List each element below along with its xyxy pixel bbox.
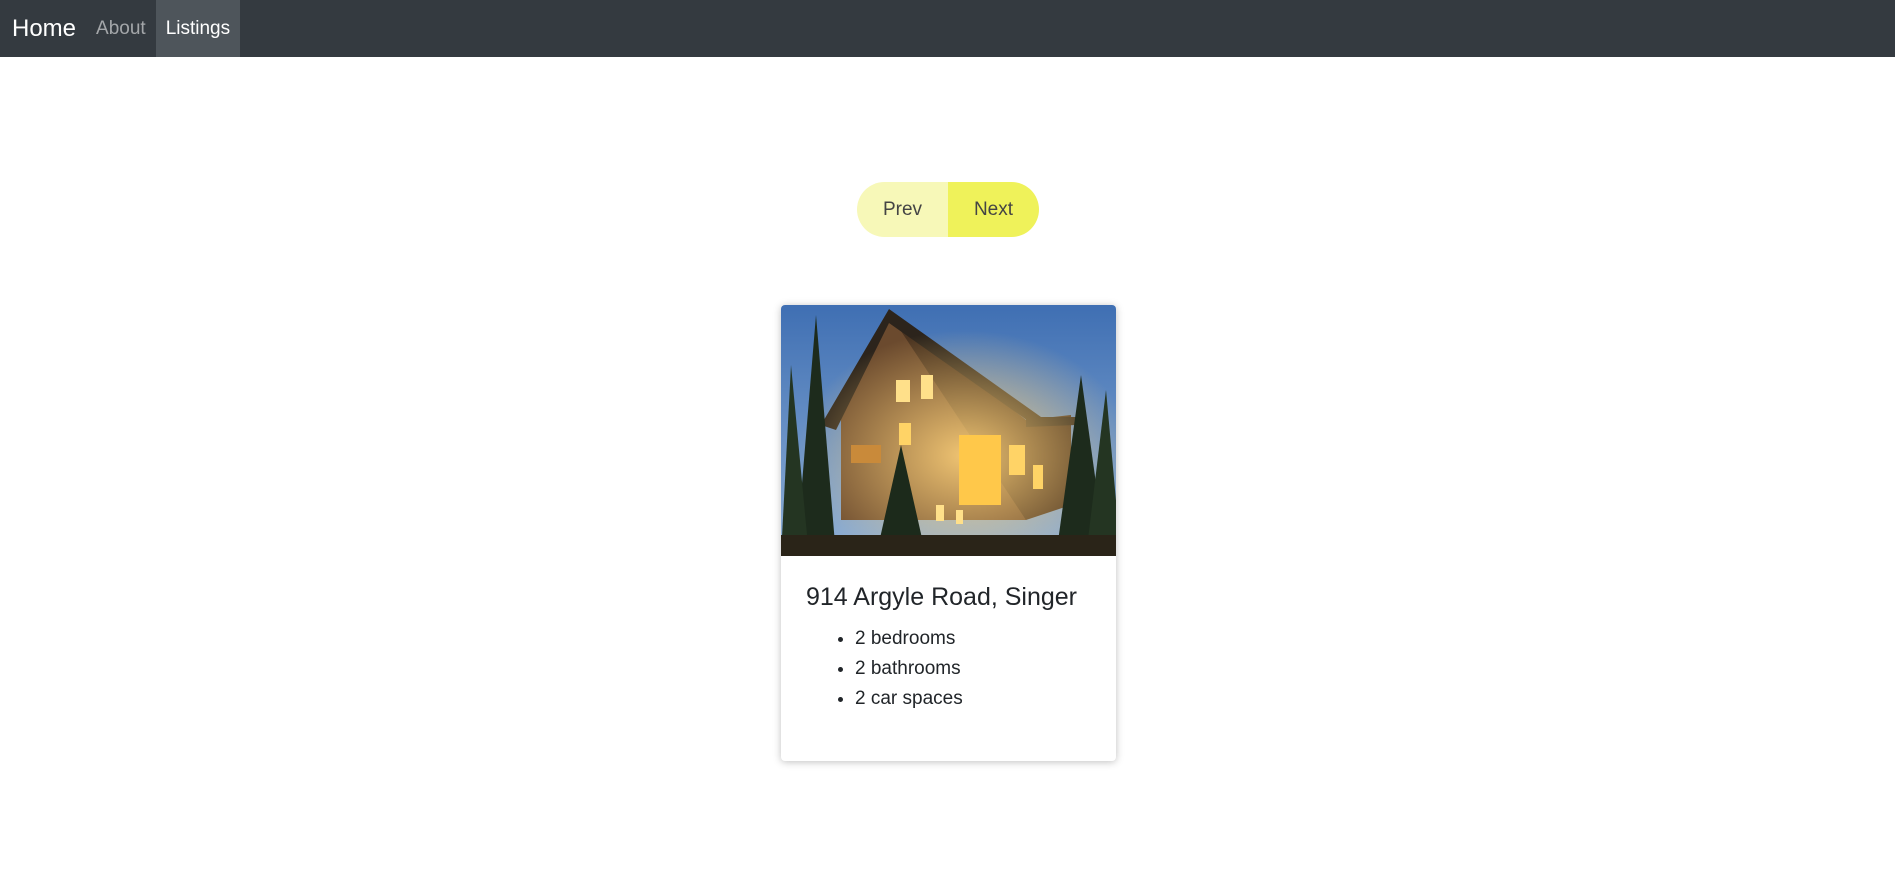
nav-link-listings[interactable]: Listings <box>155 0 241 57</box>
feature-list: 2 bedrooms 2 bathrooms 2 car spaces <box>781 624 1116 714</box>
prev-button[interactable]: Prev <box>857 182 948 237</box>
listing-address: 914 Argyle Road, Singer <box>806 583 1078 611</box>
house-photo <box>781 305 1116 556</box>
feature-bedrooms: 2 bedrooms <box>855 624 1116 654</box>
nav-link-about[interactable]: About <box>86 0 156 57</box>
top-navbar: Home About Listings <box>0 0 1895 57</box>
home-link[interactable]: Home <box>0 0 86 57</box>
listing-card: 914 Argyle Road, Singer 2 bedrooms 2 bat… <box>781 305 1116 761</box>
pager: Prev Next <box>857 182 1039 237</box>
next-button[interactable]: Next <box>948 182 1039 237</box>
feature-bathrooms: 2 bathrooms <box>855 654 1116 684</box>
feature-car-spaces: 2 car spaces <box>855 684 1116 714</box>
